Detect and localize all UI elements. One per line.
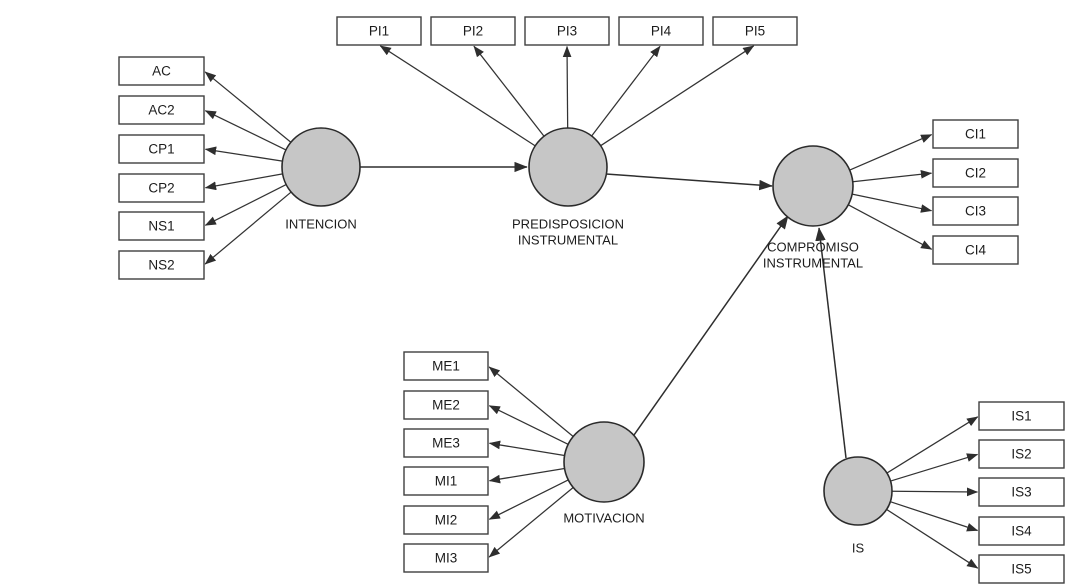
latent-circle-motivacion[interactable] — [563, 421, 645, 503]
indicator-label-ci1: CI1 — [965, 127, 986, 142]
indicator-label-is1: IS1 — [1011, 409, 1031, 424]
loading-arrow-predisposicion-pi2 — [473, 45, 545, 137]
indicator-label-pi4: PI4 — [651, 24, 672, 39]
indicator-label-pi3: PI3 — [557, 24, 577, 39]
indicator-label-ac: AC — [152, 64, 171, 79]
loading-arrow-motivacion-mi2 — [488, 479, 569, 520]
loading-arrow-is-is1 — [886, 416, 979, 474]
structural-path-motivacion-to-compromiso — [633, 215, 789, 436]
indicator-label-me3: ME3 — [432, 436, 460, 451]
latent-label-compromiso-line2: INSTRUMENTAL — [763, 255, 863, 270]
loading-arrow-predisposicion-pi4 — [591, 45, 661, 137]
indicator-label-ci3: CI3 — [965, 204, 986, 219]
indicator-label-mi1: MI1 — [435, 474, 458, 489]
loading-arrow-intencion-ac2 — [204, 110, 287, 151]
sem-canvas: AC AC2 CP1 CP2 NS1 NS2 PI1 PI2 PI3 PI4 PI5 CI1 CI2 CI… — [118, 16, 1065, 584]
loading-arrow-predisposicion-pi3 — [562, 45, 572, 129]
indicator-label-ns1: NS1 — [148, 219, 174, 234]
loading-arrow-compromiso-ci3 — [852, 193, 933, 213]
latent-label-is: IS — [852, 540, 865, 555]
loading-arrow-motivacion-me3 — [488, 440, 565, 457]
latent-circle-intencion[interactable] — [281, 127, 361, 207]
indicator-label-me2: ME2 — [432, 398, 460, 413]
loading-arrow-intencion-ns2 — [204, 191, 292, 265]
indicator-label-is2: IS2 — [1011, 447, 1031, 462]
indicator-label-mi3: MI3 — [435, 551, 458, 566]
indicator-label-ci4: CI4 — [965, 243, 987, 258]
latent-circle-predisposicion[interactable] — [528, 127, 608, 207]
latent-label-predisposicion: PREDISPOSICION — [512, 216, 624, 231]
loading-arrow-intencion-cp1 — [204, 146, 283, 162]
latent-circle-compromiso[interactable] — [772, 145, 854, 227]
latent-circle-is[interactable] — [823, 456, 893, 526]
latent-label-intencion: INTENCION — [285, 216, 357, 231]
latent-label-motivacion: MOTIVACION — [563, 510, 644, 525]
indicator-label-pi1: PI1 — [369, 24, 389, 39]
indicator-label-ns2: NS2 — [148, 258, 174, 273]
indicator-label-pi2: PI2 — [463, 24, 483, 39]
loading-arrow-motivacion-mi1 — [488, 467, 565, 484]
latent-label-compromiso: COMPROMISO — [767, 239, 859, 254]
indicator-label-me1: ME1 — [432, 359, 460, 374]
loading-arrow-compromiso-ci2 — [852, 169, 933, 183]
loading-arrow-is-is4 — [890, 501, 979, 532]
indicator-label-is5: IS5 — [1011, 562, 1031, 577]
loading-arrow-is-is2 — [890, 453, 979, 482]
sem-path-diagram: AC AC2 CP1 CP2 NS1 NS2 PI1 PI2 PI3 PI4 PI5 CI1 CI2 CI… — [0, 0, 1067, 588]
loading-arrow-compromiso-ci1 — [849, 134, 933, 171]
indicator-label-cp1: CP1 — [148, 142, 174, 157]
loading-arrow-motivacion-me2 — [488, 405, 569, 445]
loading-arrow-intencion-ns1 — [204, 184, 287, 226]
indicator-label-is4: IS4 — [1011, 524, 1032, 539]
loading-arrow-is-is5 — [886, 508, 979, 569]
latent-label-predisposicion-line2: INSTRUMENTAL — [518, 232, 618, 247]
loading-arrow-intencion-cp2 — [204, 173, 283, 191]
indicator-label-pi5: PI5 — [745, 24, 765, 39]
indicator-label-mi2: MI2 — [435, 513, 458, 528]
indicator-label-cp2: CP2 — [148, 181, 174, 196]
loading-arrow-predisposicion-pi5 — [600, 45, 755, 147]
structural-path-predisposicion-to-compromiso — [605, 173, 773, 191]
loading-arrow-compromiso-ci4 — [848, 204, 933, 250]
indicator-label-is3: IS3 — [1011, 485, 1031, 500]
latent-nodes-layer: INTENCION PREDISPOSICIONINSTRUMENTAL COMPR… — [281, 127, 893, 555]
indicator-label-ci2: CI2 — [965, 166, 986, 181]
indicator-label-ac2: AC2 — [148, 103, 174, 118]
loading-arrow-is-is3 — [891, 487, 979, 497]
